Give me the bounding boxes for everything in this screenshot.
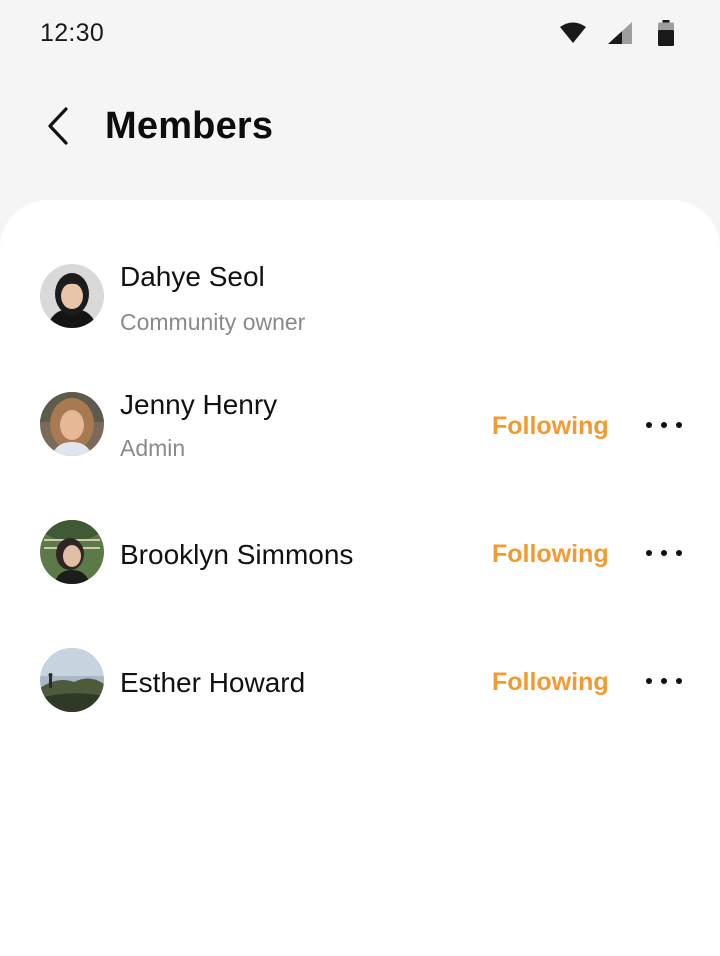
more-horizontal-icon[interactable] xyxy=(646,413,682,437)
member-name: Jenny Henry xyxy=(120,389,278,420)
page-title: Members xyxy=(105,105,274,147)
chevron-left-icon xyxy=(48,107,68,145)
more-horizontal-icon[interactable] xyxy=(646,669,682,693)
more-horizontal-icon[interactable] xyxy=(646,541,682,565)
member-row-dahye-seol[interactable]: Dahye Seol Community owner xyxy=(0,258,720,354)
wifi-icon xyxy=(560,22,586,43)
member-row-esther-howard[interactable]: Esther Howard Following xyxy=(0,642,720,738)
following-button[interactable]: Following xyxy=(492,668,609,697)
avatar xyxy=(40,648,104,712)
members-list: Dahye Seol Community owner Jenny Henry A… xyxy=(0,200,720,956)
avatar xyxy=(40,264,104,328)
cellular-signal-icon xyxy=(608,22,632,44)
following-button[interactable]: Following xyxy=(492,412,609,441)
avatar xyxy=(40,392,104,456)
header: Members xyxy=(0,92,720,162)
member-role: Admin xyxy=(120,435,186,461)
battery-icon xyxy=(658,20,674,46)
status-time: 12:30 xyxy=(40,19,105,47)
member-row-jenny-henry[interactable]: Jenny Henry Admin Following xyxy=(0,386,720,482)
member-role: Community owner xyxy=(120,309,306,335)
status-icons xyxy=(560,19,674,47)
following-button[interactable]: Following xyxy=(492,540,609,569)
back-button[interactable] xyxy=(38,104,78,148)
avatar xyxy=(40,520,104,584)
member-name: Dahye Seol xyxy=(120,261,265,292)
members-screen: 12:30 Members Dahye Seol Community owner… xyxy=(0,0,720,956)
status-bar: 12:30 xyxy=(0,0,720,66)
member-name: Esther Howard xyxy=(120,667,306,698)
member-row-brooklyn-simmons[interactable]: Brooklyn Simmons Following xyxy=(0,514,720,610)
member-name: Brooklyn Simmons xyxy=(120,539,354,570)
